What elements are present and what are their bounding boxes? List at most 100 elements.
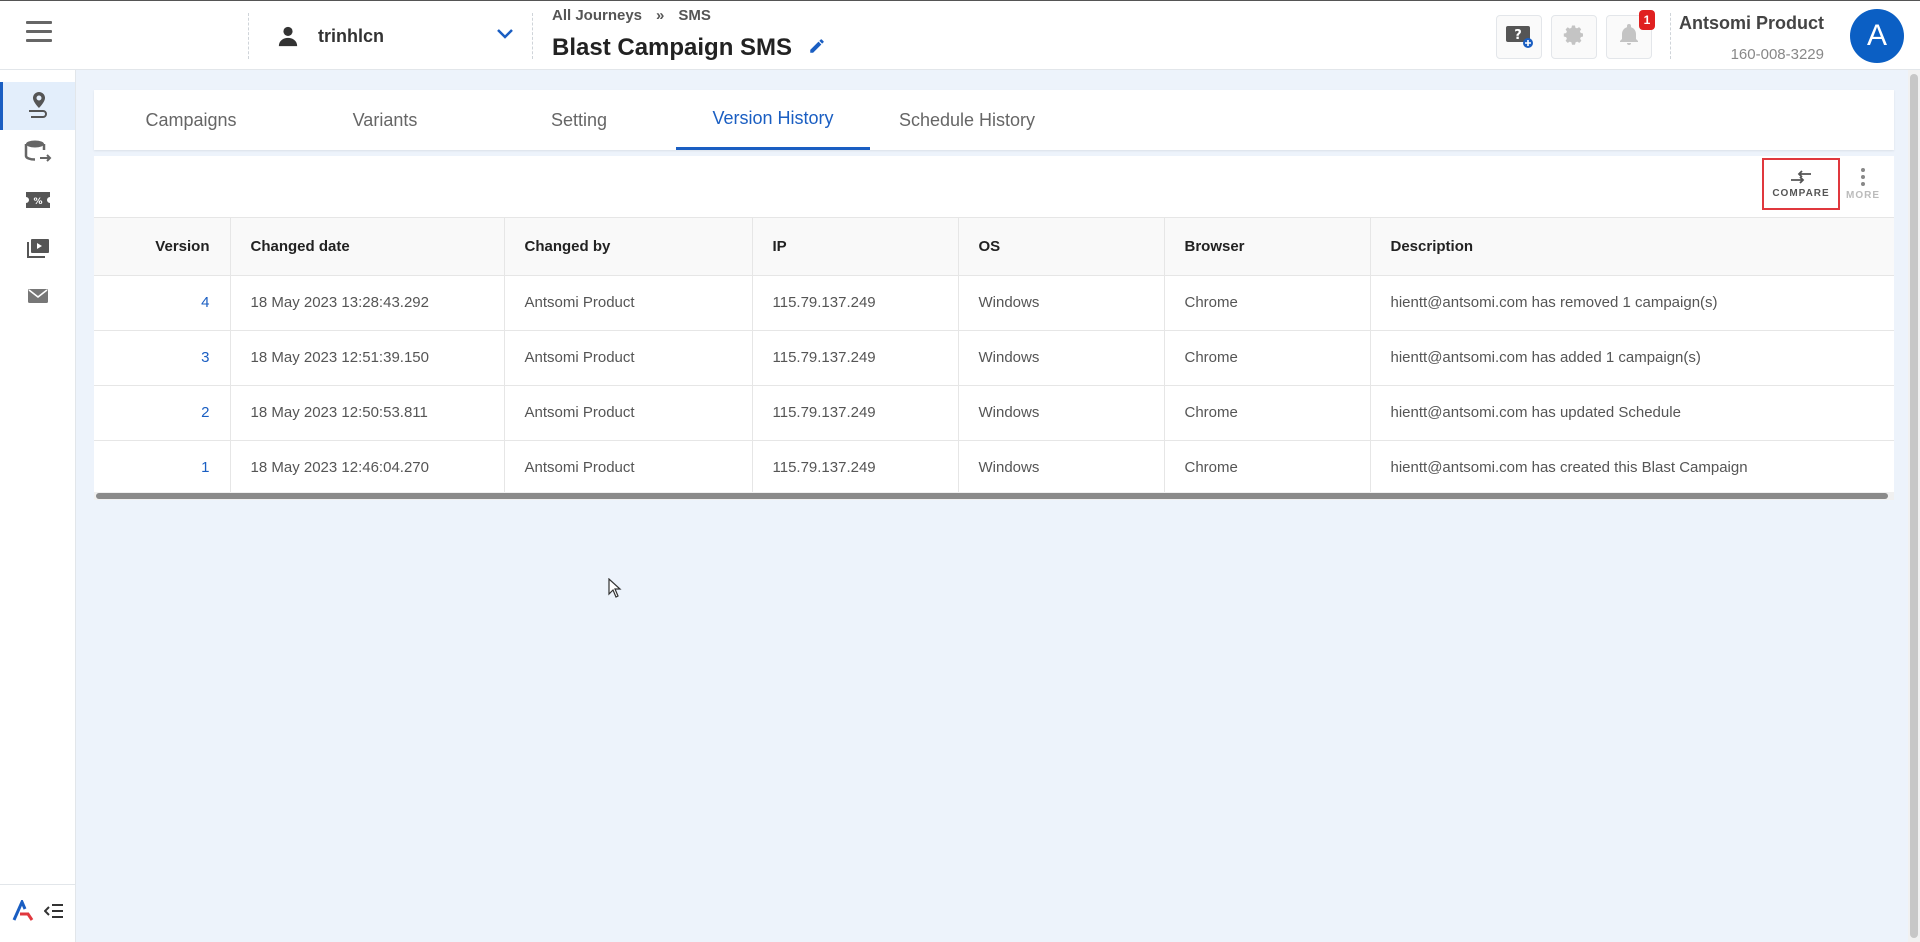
changed-date-cell: 18 May 2023 13:28:43.292: [230, 275, 505, 331]
top-header: trinhlcn All Journeys » SMS Blast Campai…: [0, 0, 1920, 70]
os-cell: Windows: [958, 440, 1165, 496]
user-info: Antsomi Product 160-008-3229: [1679, 13, 1824, 63]
svg-text:%: %: [33, 197, 42, 207]
column-header-changed-date[interactable]: Changed date: [230, 218, 505, 276]
changed-by-cell: Antsomi Product: [504, 330, 753, 386]
compare-button[interactable]: COMPARE: [1762, 158, 1840, 210]
scrollbar-thumb[interactable]: [1910, 74, 1918, 938]
changed-by-cell: Antsomi Product: [504, 440, 753, 496]
divider: [532, 13, 533, 59]
settings-button[interactable]: [1551, 15, 1597, 59]
account-name: trinhlcn: [318, 25, 384, 46]
version-cell: 3: [94, 330, 231, 386]
description-cell: hientt@antsomi.com has added 1 campaign(…: [1370, 330, 1894, 386]
column-header-version[interactable]: Version: [94, 218, 231, 276]
breadcrumb: All Journeys » SMS: [552, 7, 711, 24]
nav-media[interactable]: [0, 226, 75, 274]
version-cell: 1: [94, 440, 231, 496]
ip-cell: 115.79.137.249: [752, 275, 959, 331]
compare-arrows-icon: [1789, 169, 1813, 188]
collapse-menu-icon[interactable]: [43, 903, 64, 924]
version-link[interactable]: 4: [201, 294, 209, 311]
breadcrumb-all-journeys[interactable]: All Journeys: [552, 7, 642, 24]
table-row[interactable]: 2 18 May 2023 12:50:53.811 Antsomi Produ…: [94, 385, 1894, 441]
version-cell: 4: [94, 275, 231, 331]
vertical-scrollbar[interactable]: [1908, 70, 1920, 942]
column-header-ip[interactable]: IP: [752, 218, 959, 276]
version-link[interactable]: 3: [201, 349, 209, 366]
nav-data-flow[interactable]: [0, 130, 75, 178]
description-cell: hientt@antsomi.com has created this Blas…: [1370, 440, 1894, 496]
browser-cell: Chrome: [1164, 440, 1371, 496]
more-button[interactable]: MORE: [1838, 158, 1888, 210]
changed-by-cell: Antsomi Product: [504, 275, 753, 331]
hamburger-icon[interactable]: [26, 21, 52, 43]
column-header-os[interactable]: OS: [958, 218, 1165, 276]
table-row[interactable]: 3 18 May 2023 12:51:39.150 Antsomi Produ…: [94, 330, 1894, 386]
table-row[interactable]: 1 18 May 2023 12:46:04.270 Antsomi Produ…: [94, 440, 1894, 496]
browser-cell: Chrome: [1164, 330, 1371, 386]
left-nav: %: [0, 70, 76, 942]
data-flow-icon: [24, 139, 52, 170]
page-title-text: Blast Campaign SMS: [552, 34, 793, 61]
person-icon: [272, 25, 304, 47]
column-header-changed-by[interactable]: Changed by: [504, 218, 753, 276]
description-cell: hientt@antsomi.com has removed 1 campaig…: [1370, 275, 1894, 331]
table-toolbar: COMPARE MORE: [94, 156, 1894, 218]
ip-cell: 115.79.137.249: [752, 440, 959, 496]
svg-text:?: ?: [1514, 28, 1522, 43]
user-id: 160-008-3229: [1730, 46, 1824, 63]
notification-badge: 1: [1639, 10, 1655, 30]
tab-bar: Campaigns Variants Setting Version Histo…: [94, 90, 1894, 150]
changed-date-cell: 18 May 2023 12:50:53.811: [230, 385, 505, 441]
changed-date-cell: 18 May 2023 12:46:04.270: [230, 440, 505, 496]
more-vertical-icon: [1860, 167, 1866, 190]
tab-schedule-history[interactable]: Schedule History: [870, 90, 1064, 150]
nav-journeys[interactable]: [0, 82, 75, 130]
help-ticket-button[interactable]: ?: [1496, 15, 1542, 59]
notifications-button[interactable]: 1: [1606, 10, 1655, 59]
help-ticket-icon: ?: [1505, 22, 1533, 53]
page-title: Blast Campaign SMS: [552, 34, 826, 62]
horizontal-scrollbar[interactable]: [94, 492, 1894, 500]
column-header-description[interactable]: Description: [1370, 218, 1894, 276]
version-history-table: Version Changed date Changed by IP OS Br…: [94, 218, 1894, 496]
nav-email[interactable]: [0, 274, 75, 322]
ip-cell: 115.79.137.249: [752, 330, 959, 386]
breadcrumb-sms[interactable]: SMS: [678, 7, 711, 24]
version-cell: 2: [94, 385, 231, 441]
version-link[interactable]: 2: [201, 404, 209, 421]
mouse-cursor-icon: [608, 577, 622, 603]
antsomi-logo-icon[interactable]: [12, 898, 34, 927]
divider: [1670, 13, 1671, 59]
changed-date-cell: 18 May 2023 12:51:39.150: [230, 330, 505, 386]
browser-cell: Chrome: [1164, 385, 1371, 441]
promotion-icon: %: [25, 190, 51, 215]
user-name: Antsomi Product: [1678, 13, 1824, 33]
tab-variants[interactable]: Variants: [288, 90, 482, 150]
os-cell: Windows: [958, 275, 1165, 331]
ip-cell: 115.79.137.249: [752, 385, 959, 441]
tab-campaigns[interactable]: Campaigns: [94, 90, 288, 150]
compare-label: COMPARE: [1772, 188, 1830, 199]
breadcrumb-separator: »: [656, 7, 665, 24]
changed-by-cell: Antsomi Product: [504, 385, 753, 441]
table-header-row: Version Changed date Changed by IP OS Br…: [94, 218, 1894, 276]
tab-setting[interactable]: Setting: [482, 90, 676, 150]
account-selector[interactable]: trinhlcn: [272, 19, 514, 53]
divider: [248, 13, 249, 59]
chevron-down-icon[interactable]: [496, 27, 514, 45]
os-cell: Windows: [958, 385, 1165, 441]
browser-cell: Chrome: [1164, 275, 1371, 331]
table-row[interactable]: 4 18 May 2023 13:28:43.292 Antsomi Produ…: [94, 275, 1894, 331]
tab-version-history[interactable]: Version History: [676, 90, 870, 150]
os-cell: Windows: [958, 330, 1165, 386]
journey-icon: [26, 90, 52, 123]
version-link[interactable]: 1: [201, 459, 209, 476]
edit-pencil-icon[interactable]: [808, 34, 826, 62]
scrollbar-thumb[interactable]: [96, 493, 1888, 499]
nav-promotions[interactable]: %: [0, 178, 75, 226]
avatar[interactable]: A: [1850, 9, 1904, 63]
more-label: MORE: [1846, 190, 1880, 201]
column-header-browser[interactable]: Browser: [1164, 218, 1371, 276]
